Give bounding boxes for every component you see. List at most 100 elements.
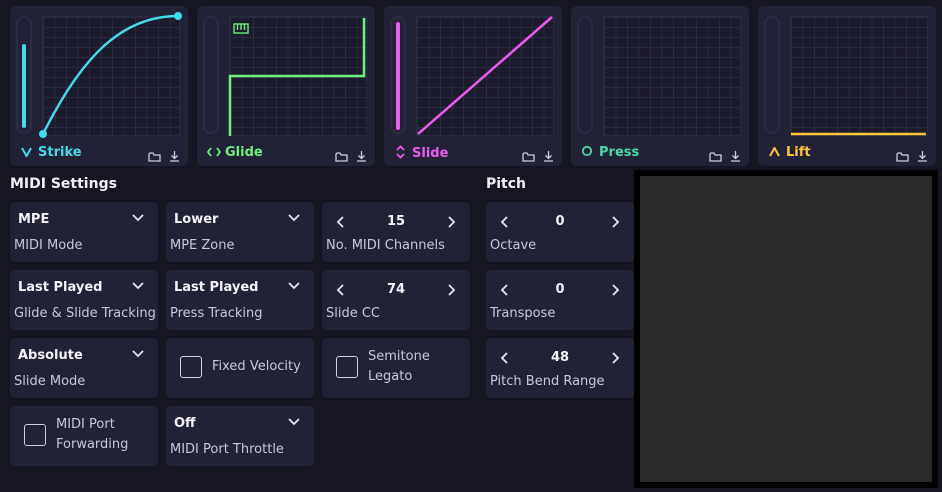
chevron-down-icon [132, 211, 144, 226]
press-tracking-caption: Press Tracking [170, 306, 263, 321]
circle-icon [581, 145, 593, 160]
pitch-heading: Pitch [486, 176, 527, 192]
semitone-legato-toggle[interactable]: Semitone Legato [322, 338, 470, 398]
glide-label: Glide [206, 145, 263, 160]
lift-panel: Lift [758, 6, 936, 166]
chevron-left-icon[interactable] [498, 282, 510, 297]
strike-curve[interactable] [39, 12, 182, 138]
chevron-right-icon[interactable] [610, 282, 622, 297]
lift-title: Lift [786, 145, 811, 160]
download-icon[interactable] [356, 147, 367, 166]
transpose-stepper: 0 Transpose [486, 270, 634, 330]
glide-slide-tracking-dropdown[interactable]: Last Played Glide & Slide Tracking [10, 270, 158, 330]
up-down-chevrons-icon [394, 145, 406, 162]
mpe-zone-caption: MPE Zone [170, 238, 235, 253]
chevron-left-icon[interactable] [334, 282, 346, 297]
slide-mode-dropdown[interactable]: Absolute Slide Mode [10, 338, 158, 398]
glide-level-slider[interactable] [203, 16, 219, 134]
slide-level-fill [396, 22, 400, 130]
pitch-bend-range-value: 48 [550, 350, 570, 365]
download-icon[interactable] [730, 147, 741, 166]
download-icon[interactable] [543, 147, 554, 166]
lift-level-slider[interactable] [764, 16, 780, 134]
pitch-bend-range-stepper: 48 Pitch Bend Range [486, 338, 634, 398]
chevron-right-icon[interactable] [446, 282, 458, 297]
octave-value: 0 [555, 214, 565, 229]
press-tracking-value: Last Played [174, 280, 259, 295]
midi-channels-value: 15 [386, 214, 406, 229]
press-tracking-dropdown[interactable]: Last Played Press Tracking [166, 270, 314, 330]
chevron-down-icon [288, 415, 300, 430]
download-icon[interactable] [169, 147, 180, 166]
mpe-zone-dropdown[interactable]: Lower MPE Zone [166, 202, 314, 262]
press-title: Press [599, 145, 640, 160]
pitch-bend-range-caption: Pitch Bend Range [490, 374, 605, 389]
chevron-left-icon[interactable] [334, 214, 346, 229]
midi-port-forwarding-label-line1: MIDI Port [56, 417, 115, 432]
press-panel: Press [571, 6, 749, 166]
midi-mode-dropdown[interactable]: MPE MIDI Mode [10, 202, 158, 262]
strike-title: Strike [38, 145, 82, 160]
strike-level-fill [22, 44, 26, 128]
chevron-right-icon[interactable] [610, 350, 622, 365]
strike-label: Strike [20, 145, 82, 160]
preview-area [634, 170, 938, 488]
glide-slide-tracking-caption: Glide & Slide Tracking [14, 306, 156, 321]
piano-keys-icon [233, 23, 249, 34]
semitone-legato-label-line2: Legato [368, 369, 413, 384]
glide-title: Glide [225, 145, 263, 160]
chevron-left-icon[interactable] [498, 350, 510, 365]
strike-panel: Strike [10, 6, 188, 166]
slide-cc-caption: Slide CC [326, 306, 381, 321]
press-level-slider[interactable] [577, 16, 593, 134]
midi-settings-heading: MIDI Settings [10, 176, 117, 192]
strike-curve-start-handle [39, 130, 47, 138]
fixed-velocity-label: Fixed Velocity [212, 359, 301, 374]
chevron-right-icon[interactable] [610, 214, 622, 229]
glide-panel: Glide [197, 6, 375, 166]
slide-level-slider[interactable] [390, 16, 406, 134]
caret-up-icon [768, 145, 780, 160]
v-icon [20, 146, 32, 160]
midi-port-forwarding-label-line2: Forwarding [56, 437, 129, 452]
glide-curve[interactable] [228, 16, 367, 136]
slide-label: Slide [394, 145, 448, 162]
semitone-legato-label-line1: Semitone [368, 349, 430, 364]
semitone-legato-checkbox[interactable] [336, 356, 358, 378]
fixed-velocity-checkbox[interactable] [180, 356, 202, 378]
lift-label: Lift [768, 145, 811, 160]
midi-mode-value: MPE [18, 212, 50, 227]
midi-mode-caption: MIDI Mode [14, 238, 83, 253]
midi-port-throttle-dropdown[interactable]: Off MIDI Port Throttle [166, 406, 314, 466]
midi-port-forwarding-toggle[interactable]: MIDI Port Forwarding [10, 406, 158, 466]
lift-curve[interactable] [790, 16, 928, 136]
download-icon[interactable] [917, 147, 928, 166]
load-preset-icon[interactable] [522, 147, 535, 166]
chevron-down-icon [288, 211, 300, 226]
strike-level-slider[interactable] [16, 16, 32, 134]
transpose-caption: Transpose [490, 306, 556, 321]
slide-cc-value: 74 [386, 282, 406, 297]
load-preset-icon[interactable] [896, 147, 909, 166]
chevron-right-icon[interactable] [446, 214, 458, 229]
octave-stepper: 0 Octave [486, 202, 634, 262]
slide-title: Slide [412, 146, 449, 161]
glide-slide-tracking-value: Last Played [18, 280, 103, 295]
transpose-value: 0 [555, 282, 565, 297]
load-preset-icon[interactable] [148, 147, 161, 166]
chevron-down-icon [288, 279, 300, 294]
code-brackets-icon [206, 146, 222, 160]
press-curve-grid[interactable] [603, 16, 741, 136]
slide-curve[interactable] [416, 16, 554, 136]
chevron-left-icon[interactable] [498, 214, 510, 229]
midi-channels-caption: No. MIDI Channels [326, 238, 445, 253]
octave-caption: Octave [490, 238, 537, 253]
midi-port-throttle-caption: MIDI Port Throttle [170, 442, 284, 457]
fixed-velocity-toggle[interactable]: Fixed Velocity [166, 338, 314, 398]
midi-port-forwarding-checkbox[interactable] [24, 424, 46, 446]
load-preset-icon[interactable] [335, 147, 348, 166]
preview-canvas [640, 176, 932, 482]
midi-port-throttle-value: Off [174, 416, 196, 431]
load-preset-icon[interactable] [709, 147, 722, 166]
slide-cc-stepper: 74 Slide CC [322, 270, 470, 330]
